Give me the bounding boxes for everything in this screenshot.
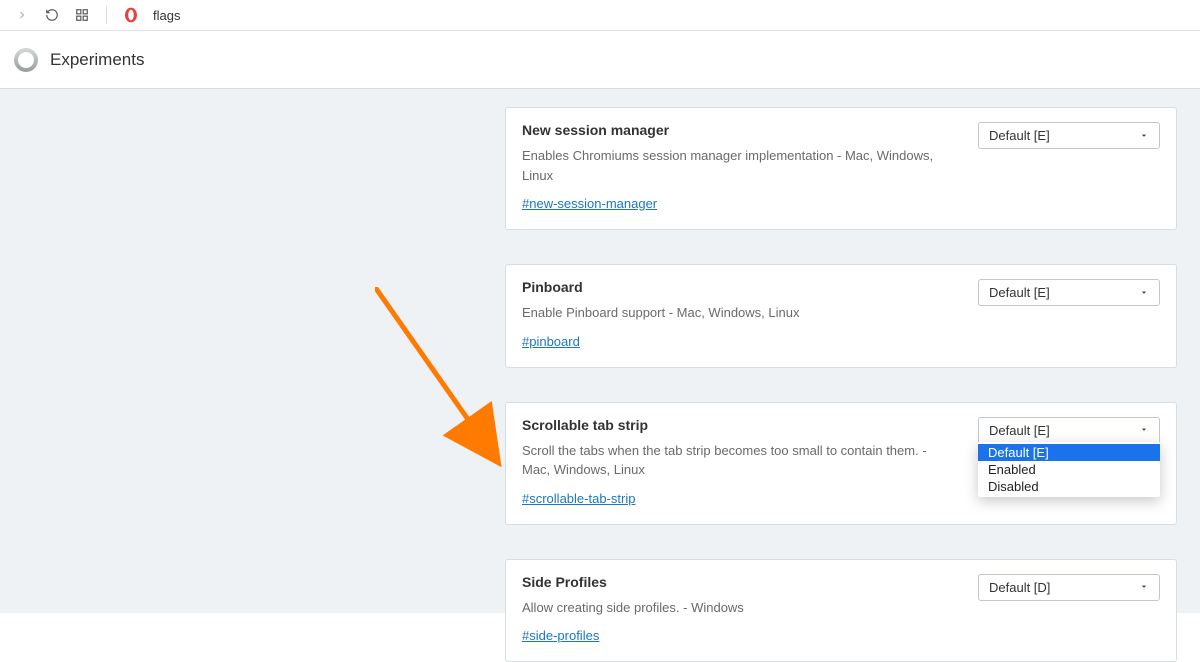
annotation-arrow-icon (375, 287, 515, 467)
chevron-down-icon (1139, 285, 1149, 300)
chevron-down-icon (1139, 423, 1149, 438)
content-area: New session manager Enables Chromiums se… (0, 89, 1200, 613)
chevron-down-icon (1139, 580, 1149, 595)
forward-icon[interactable] (14, 7, 30, 23)
flag-card: Side Profiles Allow creating side profil… (505, 559, 1177, 662)
flag-select[interactable]: Default [E] (978, 417, 1160, 444)
browser-toolbar: flags (0, 0, 1200, 31)
flag-hash-link[interactable]: #pinboard (522, 334, 580, 349)
page-title: Experiments (50, 50, 144, 70)
dropdown-option[interactable]: Enabled (978, 461, 1160, 478)
speed-dial-icon[interactable] (74, 7, 90, 23)
chevron-down-icon (1139, 128, 1149, 143)
dropdown-option[interactable]: Default [E] (978, 444, 1160, 461)
flag-select-value: Default [E] (989, 423, 1050, 438)
flag-select-value: Default [E] (989, 128, 1050, 143)
flag-title: Side Profiles (522, 574, 958, 590)
flag-select-dropdown: Default [E] Enabled Disabled (978, 442, 1160, 497)
flag-description: Allow creating side profiles. - Windows (522, 598, 958, 618)
toolbar-separator (106, 6, 107, 24)
flag-hash-link[interactable]: #new-session-manager (522, 196, 657, 211)
page-header: Experiments (0, 31, 1200, 89)
flag-card: Scrollable tab strip Scroll the tabs whe… (505, 402, 1177, 525)
flag-select[interactable]: Default [E] (978, 122, 1160, 149)
flag-title: Pinboard (522, 279, 958, 295)
flag-card-list: New session manager Enables Chromiums se… (505, 107, 1177, 662)
flag-select-value: Default [E] (989, 285, 1050, 300)
address-bar-text[interactable]: flags (153, 8, 180, 23)
flag-select[interactable]: Default [D] (978, 574, 1160, 601)
flag-description: Enable Pinboard support - Mac, Windows, … (522, 303, 958, 323)
flag-select-value: Default [D] (989, 580, 1050, 595)
flag-description: Scroll the tabs when the tab strip becom… (522, 441, 958, 480)
flag-card: Pinboard Enable Pinboard support - Mac, … (505, 264, 1177, 368)
flag-select[interactable]: Default [E] (978, 279, 1160, 306)
flag-hash-link[interactable]: #side-profiles (522, 628, 599, 643)
flag-hash-link[interactable]: #scrollable-tab-strip (522, 491, 635, 506)
flag-title: Scrollable tab strip (522, 417, 958, 433)
reload-icon[interactable] (44, 7, 60, 23)
flag-title: New session manager (522, 122, 958, 138)
flag-card: New session manager Enables Chromiums se… (505, 107, 1177, 230)
dropdown-option[interactable]: Disabled (978, 478, 1160, 495)
opera-icon (123, 7, 139, 23)
flag-description: Enables Chromiums session manager implem… (522, 146, 958, 185)
opera-settings-icon (14, 48, 38, 72)
